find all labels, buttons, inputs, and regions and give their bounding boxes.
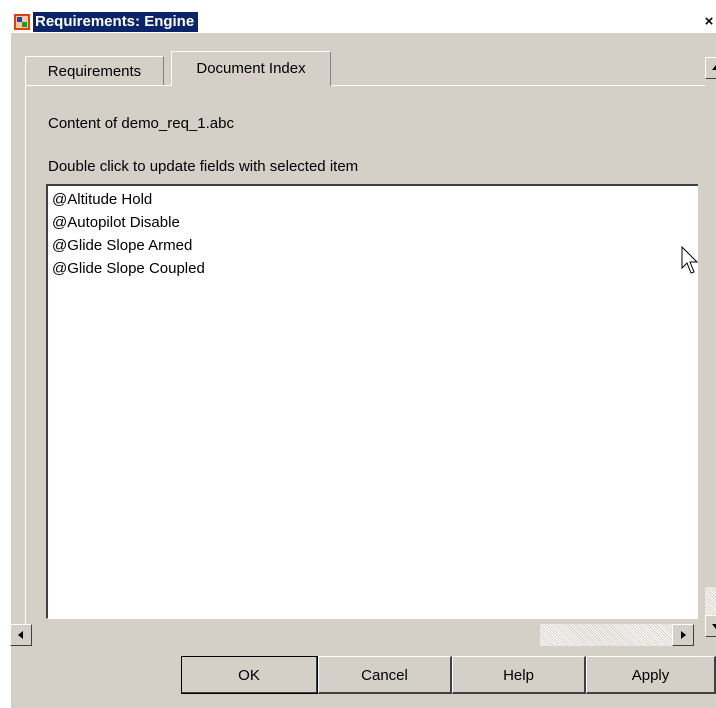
list-item[interactable]: @Autopilot Disable <box>52 211 180 234</box>
arrow-left-icon[interactable] <box>10 624 32 646</box>
simulink-block-icon <box>14 14 30 30</box>
hint-label: Double click to update fields with selec… <box>48 158 359 175</box>
vertical-scrollbar[interactable] <box>705 57 716 637</box>
scroll-track[interactable] <box>540 624 680 646</box>
tab-requirements[interactable]: Requirements <box>25 56 164 85</box>
tab-document-index[interactable]: Document Index <box>171 51 331 86</box>
list-item[interactable]: @Glide Slope Armed <box>52 234 192 257</box>
arrow-up-icon[interactable] <box>705 57 716 79</box>
scroll-track[interactable] <box>705 587 716 617</box>
arrow-down-icon[interactable] <box>705 615 716 637</box>
title-bar[interactable]: Requirements: Engine × <box>11 11 716 33</box>
content-label: Content of demo_req_1.abc <box>48 115 234 132</box>
help-button[interactable]: Help <box>452 656 586 694</box>
close-icon[interactable]: × <box>701 14 716 30</box>
document-index-list[interactable]: @Altitude Hold @Autopilot Disable @Glide… <box>46 184 698 619</box>
list-item[interactable]: @Glide Slope Coupled <box>52 257 205 280</box>
ok-button[interactable]: OK <box>181 656 318 694</box>
mouse-pointer-icon <box>681 246 699 274</box>
horizontal-scrollbar[interactable] <box>10 624 694 646</box>
window-title: Requirements: Engine <box>33 12 199 32</box>
arrow-right-icon[interactable] <box>672 624 694 646</box>
apply-button[interactable]: Apply <box>586 656 716 694</box>
cancel-button[interactable]: Cancel <box>318 656 452 694</box>
list-item[interactable]: @Altitude Hold <box>52 188 152 211</box>
